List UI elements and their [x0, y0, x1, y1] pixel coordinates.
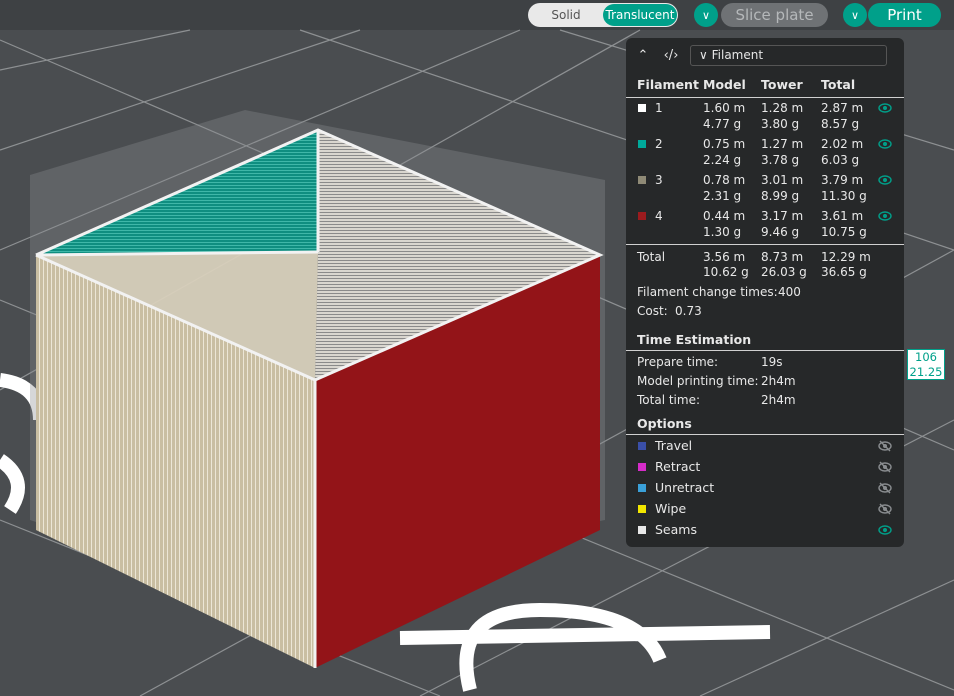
cost-value: 0.73	[675, 304, 702, 318]
tower-weight: 9.46 g	[761, 225, 800, 239]
tower-weight: 3.80 g	[761, 117, 800, 131]
time-estimation-title: Time Estimation	[637, 332, 752, 347]
prepare-time-value: 19s	[761, 355, 783, 369]
divider	[626, 244, 904, 245]
total-label: Total	[637, 250, 666, 264]
slice-dropdown-button[interactable]: ∨	[694, 3, 718, 27]
filament-color-swatch	[638, 140, 646, 148]
filament-id: 2	[655, 137, 663, 151]
model-length: 0.44 m	[703, 209, 746, 223]
total-model-m: 3.56 m	[703, 250, 746, 264]
option-color-swatch	[638, 484, 646, 492]
option-label: Seams	[655, 522, 697, 537]
prepare-time-label: Prepare time:	[637, 355, 719, 369]
col-header-total: Total	[821, 77, 856, 92]
total-total-g: 36.65 g	[821, 265, 867, 279]
total-total-m: 12.29 m	[821, 250, 871, 264]
col-header-filament: Filament	[637, 77, 699, 92]
eye-off-icon[interactable]	[878, 502, 892, 516]
slice-legend-panel: ⌃ ‹/› ∨ Filament Filament Model Tower To…	[626, 38, 904, 547]
option-label: Retract	[655, 459, 701, 474]
filament-color-swatch	[638, 104, 646, 112]
option-label: Unretract	[655, 480, 715, 495]
tower-length: 1.28 m	[761, 101, 804, 115]
filament-color-swatch	[638, 176, 646, 184]
model-length: 0.75 m	[703, 137, 746, 151]
eye-icon[interactable]	[878, 523, 892, 537]
translucent-mode-option[interactable]: Translucent	[603, 4, 677, 26]
chevron-down-icon: ∨	[699, 48, 708, 62]
divider	[626, 97, 904, 98]
chevron-down-icon: ∨	[701, 8, 711, 22]
total-weight: 11.30 g	[821, 189, 867, 203]
model-weight: 4.77 g	[703, 117, 742, 131]
cost-label: Cost:	[637, 304, 668, 318]
total-time-value: 2h4m	[761, 393, 796, 407]
eye-icon[interactable]	[878, 137, 892, 151]
eye-off-icon[interactable]	[878, 481, 892, 495]
total-model-g: 10.62 g	[703, 265, 749, 279]
model-length: 1.60 m	[703, 101, 746, 115]
tower-weight: 3.78 g	[761, 153, 800, 167]
layer-number: 106	[915, 350, 937, 364]
total-length: 2.87 m	[821, 101, 864, 115]
divider	[626, 434, 904, 435]
change-times-label: Filament change times:	[637, 285, 778, 299]
layer-ruler-label[interactable]: 106 21.25	[907, 349, 945, 380]
option-color-swatch	[638, 526, 646, 534]
view-type-value: Filament	[711, 48, 764, 62]
eye-off-icon[interactable]	[878, 439, 892, 453]
tower-length: 1.27 m	[761, 137, 804, 151]
eye-icon[interactable]	[878, 209, 892, 223]
total-weight: 6.03 g	[821, 153, 860, 167]
option-color-swatch	[638, 442, 646, 450]
total-time-label: Total time:	[637, 393, 700, 407]
total-length: 3.61 m	[821, 209, 864, 223]
total-weight: 10.75 g	[821, 225, 867, 239]
model-weight: 1.30 g	[703, 225, 742, 239]
filament-id: 3	[655, 173, 663, 187]
view-type-select[interactable]: ∨ Filament	[690, 45, 887, 66]
filament-id: 1	[655, 101, 663, 115]
eye-icon[interactable]	[878, 101, 892, 115]
total-length: 2.02 m	[821, 137, 864, 151]
model-weight: 2.24 g	[703, 153, 742, 167]
filament-color-swatch	[638, 212, 646, 220]
change-times-value: 400	[778, 285, 801, 299]
collapse-icon[interactable]: ⌃	[635, 48, 651, 64]
options-title: Options	[637, 416, 692, 431]
divider	[626, 350, 904, 351]
eye-icon[interactable]	[878, 173, 892, 187]
total-tower-m: 8.73 m	[761, 250, 804, 264]
print-dropdown-button[interactable]: ∨	[843, 3, 867, 27]
col-header-model: Model	[703, 77, 746, 92]
view-mode-toggle[interactable]: Solid Translucent	[528, 3, 678, 27]
code-icon[interactable]: ‹/›	[663, 48, 679, 64]
slice-plate-button[interactable]: Slice plate	[721, 3, 828, 27]
option-color-swatch	[638, 463, 646, 471]
chevron-down-icon: ∨	[850, 8, 860, 22]
tower-weight: 8.99 g	[761, 189, 800, 203]
total-tower-g: 26.03 g	[761, 265, 807, 279]
model-length: 0.78 m	[703, 173, 746, 187]
tower-length: 3.17 m	[761, 209, 804, 223]
filament-id: 4	[655, 209, 663, 223]
print-button[interactable]: Print	[868, 3, 941, 27]
total-weight: 8.57 g	[821, 117, 860, 131]
model-time-label: Model printing time:	[637, 374, 759, 388]
option-label: Wipe	[655, 501, 687, 516]
model-weight: 2.31 g	[703, 189, 742, 203]
eye-off-icon[interactable]	[878, 460, 892, 474]
total-length: 3.79 m	[821, 173, 864, 187]
tower-length: 3.01 m	[761, 173, 804, 187]
layer-height: 21.25	[909, 365, 943, 379]
model-time-value: 2h4m	[761, 374, 796, 388]
option-label: Travel	[655, 438, 693, 453]
col-header-tower: Tower	[761, 77, 803, 92]
solid-mode-option[interactable]: Solid	[529, 4, 603, 26]
option-color-swatch	[638, 505, 646, 513]
